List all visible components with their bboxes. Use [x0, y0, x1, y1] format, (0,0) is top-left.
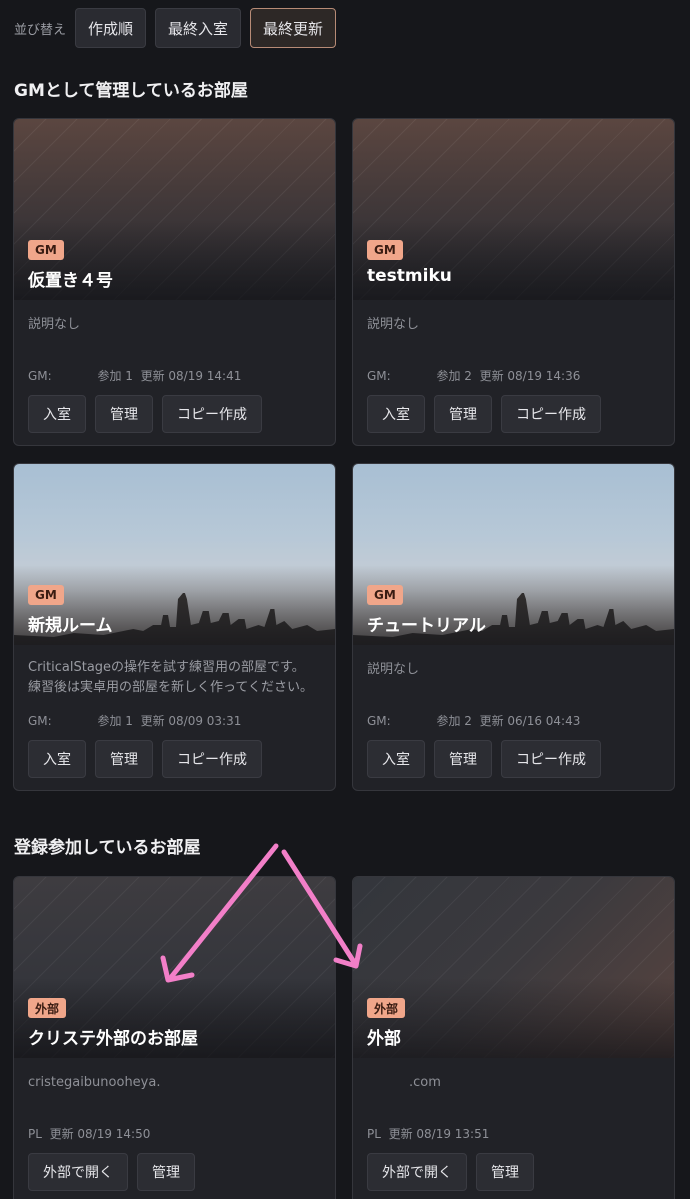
gm-badge: GM: [28, 240, 64, 260]
room-banner: 外部 クリステ外部のお部屋: [14, 877, 335, 1058]
room-banner: GM testmiku: [353, 119, 674, 300]
room-meta: GM: 参加 1 更新 08/09 03:31: [28, 712, 241, 729]
room-card: GM 仮置き４号 説明なし GM: 参加 1 更新 08/19 14:41 入室…: [13, 118, 336, 446]
room-banner: GM 仮置き４号: [14, 119, 335, 300]
copy-button[interactable]: コピー作成: [162, 395, 262, 433]
updated-time: 更新 08/19 13:51: [388, 1127, 490, 1141]
participant-count: 参加 2: [436, 369, 472, 383]
open-external-button[interactable]: 外部で開く: [367, 1153, 467, 1191]
sort-label: 並び替え: [14, 22, 67, 38]
room-meta: GM: 参加 1 更新 08/19 14:41: [28, 367, 241, 384]
room-description: 説明なし: [367, 662, 420, 677]
gm-badge: GM: [367, 240, 403, 260]
room-title: 新規ルーム: [28, 616, 113, 636]
enter-button[interactable]: 入室: [28, 740, 86, 778]
room-meta: GM: 参加 2 更新 08/19 14:36: [367, 367, 580, 384]
room-banner: 外部 外部: [353, 877, 674, 1058]
role-label: GM:: [367, 714, 391, 728]
room-title: チュートリアル: [367, 616, 486, 636]
copy-button[interactable]: コピー作成: [501, 395, 601, 433]
room-description: 説明なし: [367, 317, 420, 332]
gm-badge: GM: [28, 585, 64, 605]
role-label: PL: [367, 1127, 381, 1141]
room-card: 外部 外部 .com PL 更新 08/19 13:51 外部で開く 管理: [352, 876, 675, 1199]
room-title: testmiku: [367, 266, 452, 286]
manage-button[interactable]: 管理: [95, 740, 153, 778]
room-title: 仮置き４号: [28, 271, 113, 291]
sort-last-entered-button[interactable]: 最終入室: [155, 8, 242, 48]
role-label: GM:: [28, 714, 52, 728]
room-description: CriticalStageの操作を試す練習用の部屋です。 練習後は実卓用の部屋を…: [28, 660, 313, 695]
participant-count: 参加 1: [97, 714, 133, 728]
room-card: 外部 クリステ外部のお部屋 cristegaibunooheya. PL 更新 …: [13, 876, 336, 1199]
room-card: GM testmiku 説明なし GM: 参加 2 更新 08/19 14:36…: [352, 118, 675, 446]
open-external-button[interactable]: 外部で開く: [28, 1153, 128, 1191]
gm-badge: GM: [367, 585, 403, 605]
room-description: cristegaibunooheya.: [28, 1075, 161, 1090]
external-badge: 外部: [367, 998, 406, 1018]
manage-button[interactable]: 管理: [434, 395, 492, 433]
sort-bar: 並び替え 作成順 最終入室 最終更新: [14, 8, 337, 48]
manage-button[interactable]: 管理: [95, 395, 153, 433]
room-banner-image: GM チュートリアル: [353, 464, 674, 645]
gm-section-title: GMとして管理しているお部屋: [14, 81, 248, 101]
manage-button[interactable]: 管理: [434, 740, 492, 778]
room-description: 説明なし: [28, 317, 81, 332]
enter-button[interactable]: 入室: [367, 395, 425, 433]
room-banner-image: GM 新規ルーム: [14, 464, 335, 645]
sort-last-updated-button[interactable]: 最終更新: [250, 8, 337, 48]
manage-button[interactable]: 管理: [137, 1153, 195, 1191]
room-card: GM チュートリアル 説明なし GM: 参加 2 更新 06/16 04:43 …: [352, 463, 675, 791]
sort-created-button[interactable]: 作成順: [75, 8, 147, 48]
room-meta: GM: 参加 2 更新 06/16 04:43: [367, 712, 580, 729]
room-meta: PL 更新 08/19 14:50: [28, 1125, 150, 1142]
updated-time: 更新 08/19 14:36: [479, 369, 581, 383]
room-card: GM 新規ルーム CriticalStageの操作を試す練習用の部屋です。 練習…: [13, 463, 336, 791]
external-badge: 外部: [28, 998, 67, 1018]
manage-button[interactable]: 管理: [476, 1153, 534, 1191]
participant-count: 参加 1: [97, 369, 133, 383]
enter-button[interactable]: 入室: [367, 740, 425, 778]
copy-button[interactable]: コピー作成: [501, 740, 601, 778]
room-meta: PL 更新 08/19 13:51: [367, 1125, 489, 1142]
role-label: PL: [28, 1127, 42, 1141]
room-title: 外部: [367, 1029, 401, 1049]
room-description: .com: [409, 1075, 441, 1090]
participant-count: 参加 2: [436, 714, 472, 728]
role-label: GM:: [28, 369, 52, 383]
room-title: クリステ外部のお部屋: [28, 1029, 198, 1049]
role-label: GM:: [367, 369, 391, 383]
updated-time: 更新 08/19 14:41: [140, 369, 242, 383]
updated-time: 更新 08/19 14:50: [49, 1127, 151, 1141]
updated-time: 更新 08/09 03:31: [140, 714, 242, 728]
enter-button[interactable]: 入室: [28, 395, 86, 433]
updated-time: 更新 06/16 04:43: [479, 714, 581, 728]
joined-section-title: 登録参加しているお部屋: [14, 838, 201, 858]
copy-button[interactable]: コピー作成: [162, 740, 262, 778]
